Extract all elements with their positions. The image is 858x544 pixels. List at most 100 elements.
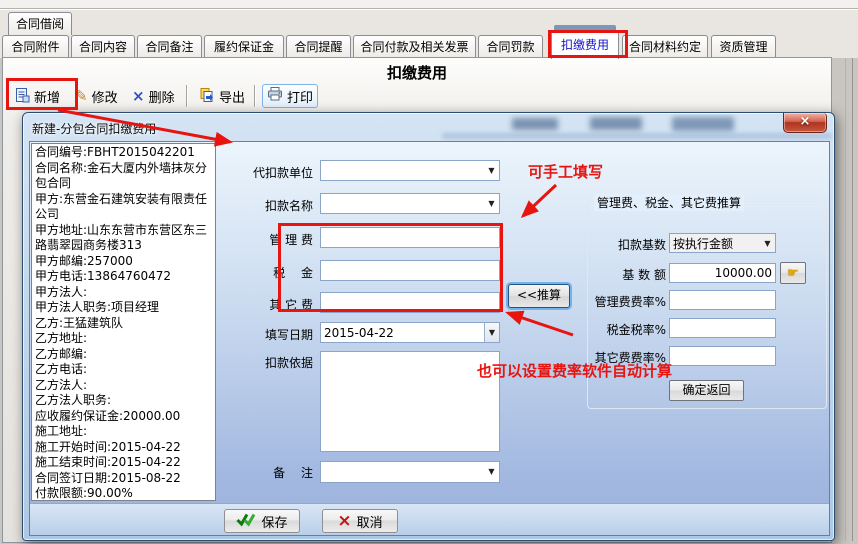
save-button[interactable]: 保存 [224,509,300,533]
toolbar-separator [186,85,187,107]
chevron-down-icon: ▼ [484,194,499,213]
contract-info-line: 甲方法人: [35,285,212,301]
export-button-label: 导出 [219,87,245,106]
desktop-line [852,58,853,541]
contract-info-line: 甲方邮编:257000 [35,254,212,270]
tax-rate-label: 税金税率% [588,321,666,338]
desktop-line [845,58,846,541]
remark-combo[interactable]: ▼ [320,461,500,483]
cancel-x-icon: × [337,513,351,530]
contract-info-line: 甲方法人职务:项目经理 [35,300,212,316]
export-button[interactable]: 导出 [195,83,249,110]
tab-contract-penalty[interactable]: 合同罚款 [478,35,543,58]
contract-info-line: 甲方地址:山东东营市东营区东三路翡翠园商务楼313 [35,223,212,254]
base-amount-label: 基 数 额 [588,266,666,283]
contract-info-box: 合同编号:FBHT2015042201合同名称:金石大厦内外墙抹灰分包合同甲方:… [31,143,216,501]
titlebar-blur-artifact [512,118,558,130]
contract-info-line: 合同名称:金石大厦内外墙抹灰分包合同 [35,161,212,192]
base-type-label: 扣款基数 [588,236,666,253]
mgmt-rate-input[interactable] [669,290,776,310]
screen: 合同借阅 合同附件 合同内容 合同备注 履约保证金 合同提醒 合同付款及相关发票… [0,0,858,544]
chevron-down-icon: ▼ [484,323,499,342]
base-amount-input[interactable] [669,263,776,283]
tab-qualification-mgmt[interactable]: 资质管理 [711,35,776,58]
contract-info-line: 甲方电话:13864760472 [35,269,212,285]
hand-pointer-icon: ☛ [787,266,799,281]
contract-info-line: 付款限额:90.00% [35,486,212,501]
contract-info-line: 合同编号:FBHT2015042201 [35,145,212,161]
remark-label: 备 注 [235,464,313,481]
withhold-unit-label: 代扣款单位 [235,164,313,181]
base-type-value: 按执行金额 [670,235,760,252]
contract-info-line: 施工开始时间:2015-04-22 [35,440,212,456]
new-withholding-fee-dialog: 新建-分包合同扣缴费用 × 合同编号:FBHT2015042201合同名称:金石… [22,112,835,541]
base-type-combo[interactable]: 按执行金额 ▼ [669,233,776,253]
tab-contract-content[interactable]: 合同内容 [71,35,135,58]
annotation-manual-fill: 可手工填写 [528,161,603,182]
edit-button[interactable]: ✎ 修改 [71,83,122,110]
contract-info-line: 乙方邮编: [35,347,212,363]
titlebar-blur-artifact [590,117,642,130]
save-check-icon [236,512,256,531]
fill-date-value: 2015-04-22 [321,326,484,340]
tab-contract-payment-invoices[interactable]: 合同付款及相关发票 [353,35,476,58]
deduct-name-combo[interactable]: ▼ [320,193,500,214]
contract-info-line: 合同签订日期:2015-08-22 [35,471,212,487]
contract-info-line: 甲方:东营金石建筑安装有限责任公司 [35,192,212,223]
tab-contract-notes[interactable]: 合同备注 [137,35,202,58]
tab-contract-borrowing[interactable]: 合同借阅 [8,12,72,35]
tab-contract-materials[interactable]: 合同材料约定 [622,35,708,58]
deduct-name-label: 扣款名称 [235,197,313,214]
withhold-unit-combo[interactable]: ▼ [320,160,500,181]
tab-contract-reminder[interactable]: 合同提醒 [286,35,351,58]
contract-info-line: 施工地址: [35,424,212,440]
tab-contract-attachments[interactable]: 合同附件 [2,35,69,58]
base-amount-pick-button[interactable]: ☛ [780,262,806,284]
contract-info-line: 乙方电话: [35,362,212,378]
edit-button-label: 修改 [92,87,118,106]
toolbar-separator [254,85,255,107]
window-top-strip [0,0,858,9]
titlebar-blur-artifact [442,133,832,139]
deduct-basis-label: 扣款依据 [235,354,313,371]
save-button-label: 保存 [261,512,287,531]
contract-info-line: 乙方法人职务: [35,393,212,409]
annotation-box-new-button [6,78,78,110]
export-icon [199,87,215,107]
cancel-button[interactable]: × 取消 [322,509,398,533]
tab-performance-bond[interactable]: 履约保证金 [204,35,284,58]
annotation-box-active-tab [548,30,628,58]
contract-info-line: 乙方地址: [35,331,212,347]
cancel-button-label: 取消 [357,512,383,531]
print-button[interactable]: 打印 [262,84,318,108]
contract-info-line: 应收履约保证金:20000.00 [35,409,212,425]
contract-info-line: 乙方:王猛建筑队 [35,316,212,332]
dialog-client-area: 合同编号:FBHT2015042201合同名称:金石大厦内外墙抹灰分包合同甲方:… [29,141,830,536]
page-title: 扣缴费用 [3,62,831,83]
delete-x-icon: × [132,89,145,104]
other-rate-input[interactable] [669,346,776,366]
annotation-box-fee-fields [278,223,503,312]
confirm-return-button[interactable]: 确定返回 [669,380,744,401]
chevron-down-icon: ▼ [760,234,775,252]
calc-panel-title: 管理费、税金、其它费推算 [594,194,744,211]
chevron-down-icon: ▼ [484,462,499,482]
close-icon[interactable]: × [783,113,827,133]
calc-button[interactable]: <<推算 [508,284,570,308]
contract-info-line: 施工结束时间:2015-04-22 [35,455,212,471]
titlebar-blur-artifact [672,117,734,131]
tax-rate-input[interactable] [669,318,776,338]
printer-icon [267,87,283,105]
dialog-title: 新建-分包合同扣缴费用 [32,120,156,137]
annotation-auto-calc: 也可以设置费率软件自动计算 [477,360,672,381]
print-button-label: 打印 [287,87,313,106]
delete-button[interactable]: × 删除 [128,83,179,110]
contract-info-line: 乙方法人: [35,378,212,394]
dialog-footer [30,503,829,535]
chevron-down-icon: ▼ [484,161,499,180]
mgmt-rate-label: 管理费费率% [588,293,666,310]
deduct-basis-textarea[interactable] [320,351,500,452]
delete-button-label: 删除 [149,87,175,106]
fill-date-combo[interactable]: 2015-04-22 ▼ [320,322,500,343]
fill-date-label: 填写日期 [235,326,313,343]
